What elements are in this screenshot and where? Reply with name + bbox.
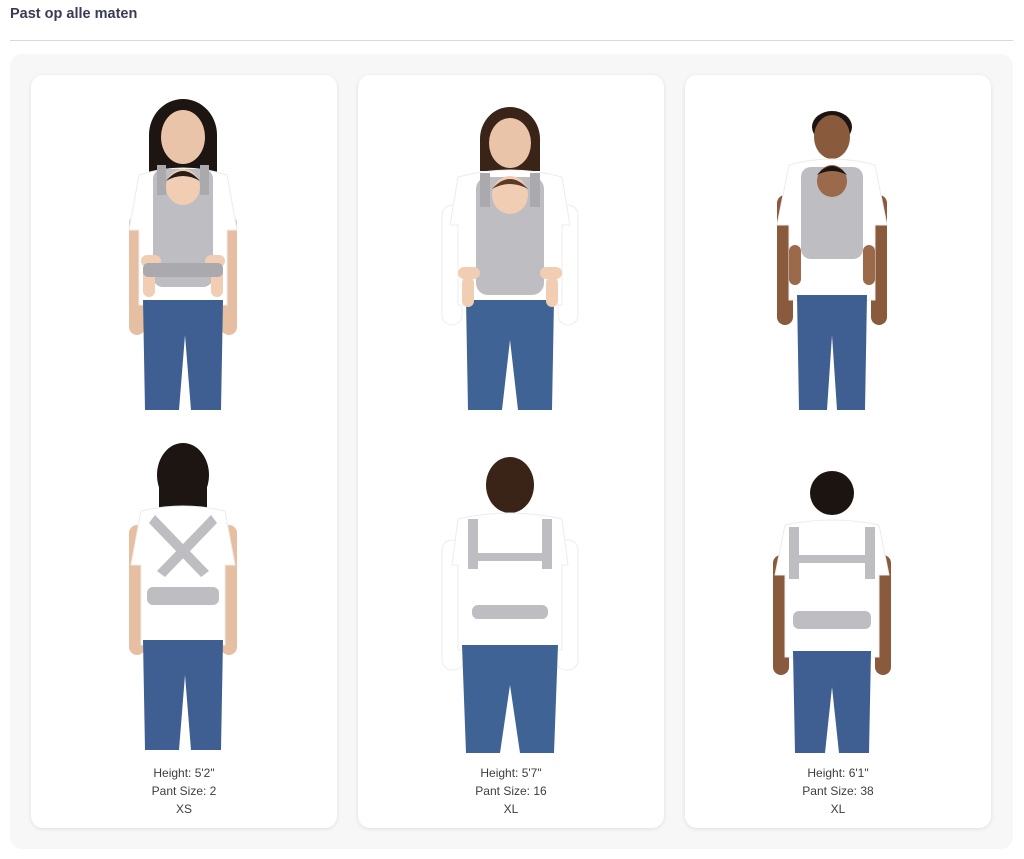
height-label: Height: 5'2" [153, 766, 215, 780]
front-view-photo [441, 107, 579, 410]
section-title: Past op alle maten [10, 6, 138, 22]
front-view-photo [776, 111, 888, 410]
pant-size-label: Pant Size: 2 [151, 784, 217, 798]
size-card-xl-female: Height: 5'7" Pant Size: 16 XL [358, 75, 664, 828]
size-caption: Height: 5'2" Pant Size: 2 XS [31, 764, 337, 818]
pant-size-label: Pant Size: 16 [475, 784, 547, 798]
size-card-xs: Height: 5'2" Pant Size: 2 XS [31, 75, 337, 828]
height-label: Height: 5'7" [480, 766, 542, 780]
size-caption: Height: 5'7" Pant Size: 16 XL [358, 764, 664, 818]
back-view-photo [773, 471, 891, 753]
back-view-photo [441, 457, 579, 753]
pant-size-label: Pant Size: 38 [802, 784, 874, 798]
front-view-photo [128, 99, 238, 410]
carrier-size-label: XL [830, 802, 846, 816]
size-gallery-panel: Height: 5'2" Pant Size: 2 XS Height: 5'7… [10, 54, 1013, 849]
section-header: Past op alle maten [10, 0, 1013, 41]
size-card-xl-male: Height: 6'1" Pant Size: 38 XL [685, 75, 991, 828]
carrier-size-label: XS [175, 802, 192, 816]
carrier-size-label: XL [503, 802, 519, 816]
back-view-photo [129, 443, 237, 750]
height-label: Height: 6'1" [807, 766, 869, 780]
size-caption: Height: 6'1" Pant Size: 38 XL [685, 764, 991, 818]
